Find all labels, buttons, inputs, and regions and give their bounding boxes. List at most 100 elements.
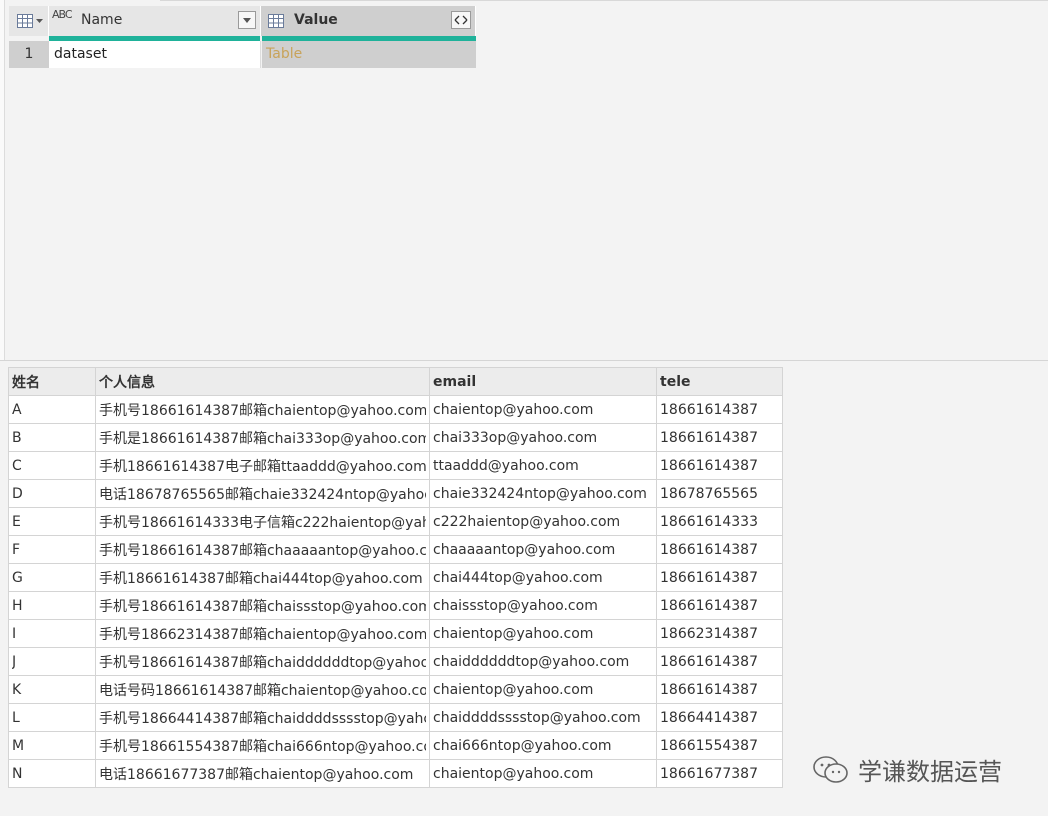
chevron-down-icon[interactable] <box>36 19 43 24</box>
table-row[interactable]: E 手机号18661614333电子信箱c222haientop@yah c222h… <box>8 507 783 536</box>
info-cell[interactable]: 手机号18661554387邮箱chai666ntop@yahoo.co <box>95 731 430 760</box>
phone-cell[interactable]: 18661614387 <box>656 535 783 564</box>
email-cell[interactable]: chaie332424ntop@yahoo.com <box>429 479 657 508</box>
table-body: A 手机号18661614387邮箱chaientop@yahoo.com chai… <box>8 395 783 788</box>
cell-text: 手机号18661614387邮箱chaissstop@yahoo.com <box>99 598 426 615</box>
name-cell[interactable]: K <box>8 675 96 704</box>
name-cell[interactable]: C <box>8 451 96 480</box>
email-cell[interactable]: chaientop@yahoo.com <box>429 759 657 788</box>
info-cell[interactable]: 手机号18661614387邮箱chaaaaantop@yahoo.co <box>95 535 430 564</box>
column-value-label: Value <box>294 12 338 28</box>
name-cell[interactable]: D <box>8 479 96 508</box>
info-cell[interactable]: 手机号18661614333电子信箱c222haientop@yah <box>95 507 430 536</box>
email-cell[interactable]: chaientop@yahoo.com <box>429 675 657 704</box>
info-cell[interactable]: 手机是18661614387邮箱chai333op@yahoo.com <box>95 423 430 452</box>
expand-column-button[interactable] <box>451 11 471 29</box>
column-header: tele <box>656 367 783 396</box>
table-row[interactable]: C 手机18661614387电子邮箱ttaaddd@yahoo.com ttaad… <box>8 451 783 480</box>
info-cell[interactable]: 电话号码18661614387邮箱chaientop@yahoo.co <box>95 675 430 704</box>
phone-cell[interactable]: 18661614387 <box>656 395 783 424</box>
cell-text: ttaaddd@yahoo.com <box>433 457 579 474</box>
name-cell[interactable]: F <box>8 535 96 564</box>
email-cell[interactable]: ttaaddd@yahoo.com <box>429 451 657 480</box>
table-row[interactable]: N 电话18661677387邮箱chaientop@yahoo.com chaie… <box>8 759 783 788</box>
filter-dropdown-button[interactable] <box>238 11 256 29</box>
info-cell[interactable]: 手机号18661614387邮箱chaissstop@yahoo.com <box>95 591 430 620</box>
info-cell[interactable]: 手机号18662314387邮箱chaientop@yahoo.com <box>95 619 430 648</box>
phone-cell[interactable]: 18678765565 <box>656 479 783 508</box>
email-cell[interactable]: chaientop@yahoo.com <box>429 619 657 648</box>
name-cell[interactable]: M <box>8 731 96 760</box>
phone-cell[interactable]: 18661614387 <box>656 563 783 592</box>
text-type-icon[interactable]: ABC <box>52 9 73 20</box>
table-row[interactable]: D 电话18678765565邮箱chaie332424ntop@yahoo. ch… <box>8 479 783 508</box>
cell-text: 18661614387 <box>660 541 758 558</box>
phone-cell[interactable]: 18661614387 <box>656 647 783 676</box>
column-header-name[interactable]: ABC Name <box>49 6 261 36</box>
table-row[interactable]: H 手机号18661614387邮箱chaissstop@yahoo.com cha… <box>8 591 783 620</box>
name-cell[interactable]: L <box>8 703 96 732</box>
table-row[interactable]: A 手机号18661614387邮箱chaientop@yahoo.com chai… <box>8 395 783 424</box>
table-row[interactable]: I 手机号18662314387邮箱chaientop@yahoo.com chai… <box>8 619 783 648</box>
left-strip <box>0 0 5 360</box>
phone-cell[interactable]: 18662314387 <box>656 619 783 648</box>
info-cell[interactable]: 手机18661614387电子邮箱ttaaddd@yahoo.com <box>95 451 430 480</box>
name-cell[interactable]: G <box>8 563 96 592</box>
email-cell[interactable]: chai666ntop@yahoo.com <box>429 731 657 760</box>
table-row[interactable]: B 手机是18661614387邮箱chai333op@yahoo.com chai… <box>8 423 783 452</box>
cell-text: D <box>12 485 23 502</box>
email-cell[interactable]: chaientop@yahoo.com <box>429 395 657 424</box>
table-row[interactable]: G 手机18661614387邮箱chai444top@yahoo.com chai… <box>8 563 783 592</box>
info-cell[interactable]: 电话18678765565邮箱chaie332424ntop@yahoo. <box>95 479 430 508</box>
phone-cell[interactable]: 18664414387 <box>656 703 783 732</box>
phone-cell[interactable]: 18661677387 <box>656 759 783 788</box>
expand-arrows-icon <box>454 15 468 25</box>
email-cell[interactable]: chaiddddddtop@yahoo.com <box>429 647 657 676</box>
info-cell[interactable]: 电话18661677387邮箱chaientop@yahoo.com <box>95 759 430 788</box>
table-menu-cell[interactable] <box>9 6 49 36</box>
name-cell[interactable]: dataset <box>49 41 261 68</box>
info-cell[interactable]: 手机号18664414387邮箱chaiddddsssstop@yahc <box>95 703 430 732</box>
info-cell[interactable]: 手机号18661614387邮箱chaientop@yahoo.com <box>95 395 430 424</box>
phone-cell[interactable]: 18661614333 <box>656 507 783 536</box>
table-row[interactable]: J 手机号18661614387邮箱chaiddddddtop@yahoo. cha… <box>8 647 783 676</box>
cell-text: chaissstop@yahoo.com <box>433 597 598 614</box>
column-header: 姓名 <box>8 367 96 396</box>
name-cell[interactable]: B <box>8 423 96 452</box>
email-cell[interactable]: chai333op@yahoo.com <box>429 423 657 452</box>
table-row[interactable]: L 手机号18664414387邮箱chaiddddsssstop@yahc cha… <box>8 703 783 732</box>
name-cell[interactable]: A <box>8 395 96 424</box>
name-cell[interactable]: H <box>8 591 96 620</box>
phone-cell[interactable]: 18661614387 <box>656 675 783 704</box>
email-cell[interactable]: c222haientop@yahoo.com <box>429 507 657 536</box>
email-cell[interactable]: chaissstop@yahoo.com <box>429 591 657 620</box>
cell-text: K <box>12 681 22 698</box>
grid-header: ABC Name Value <box>9 6 476 36</box>
email-cell[interactable]: chai444top@yahoo.com <box>429 563 657 592</box>
phone-cell[interactable]: 18661614387 <box>656 591 783 620</box>
email-cell[interactable]: chaaaaantop@yahoo.com <box>429 535 657 564</box>
cell-text: 18661554387 <box>660 737 758 754</box>
email-cell[interactable]: chaiddddsssstop@yahoo.com <box>429 703 657 732</box>
phone-cell[interactable]: 18661554387 <box>656 731 783 760</box>
phone-cell[interactable]: 18661614387 <box>656 451 783 480</box>
column-header-value[interactable]: Value <box>261 6 476 36</box>
name-cell[interactable]: E <box>8 507 96 536</box>
table-row[interactable]: M 手机号18661554387邮箱chai666ntop@yahoo.co cha… <box>8 731 783 760</box>
table-row[interactable]: F 手机号18661614387邮箱chaaaaantop@yahoo.co cha… <box>8 535 783 564</box>
row-number[interactable]: 1 <box>9 41 49 68</box>
query-preview-pane: ABC Name Value 1 dataset Table <box>0 0 1048 360</box>
table-row: 1 dataset Table <box>9 41 476 68</box>
name-cell[interactable]: I <box>8 619 96 648</box>
query-grid: ABC Name Value 1 dataset Table <box>9 6 476 68</box>
cell-text: 手机号18661614387邮箱chaientop@yahoo.com <box>99 402 426 419</box>
info-cell[interactable]: 手机号18661614387邮箱chaiddddddtop@yahoo. <box>95 647 430 676</box>
name-cell[interactable]: J <box>8 647 96 676</box>
phone-cell[interactable]: 18661614387 <box>656 423 783 452</box>
name-cell[interactable]: N <box>8 759 96 788</box>
info-cell[interactable]: 手机18661614387邮箱chai444top@yahoo.com <box>95 563 430 592</box>
table-link-cell[interactable]: Table <box>262 41 476 68</box>
cell-text: M <box>12 737 25 754</box>
table-row[interactable]: K 电话号码18661614387邮箱chaientop@yahoo.co chai… <box>8 675 783 704</box>
table-icon[interactable] <box>17 14 33 28</box>
